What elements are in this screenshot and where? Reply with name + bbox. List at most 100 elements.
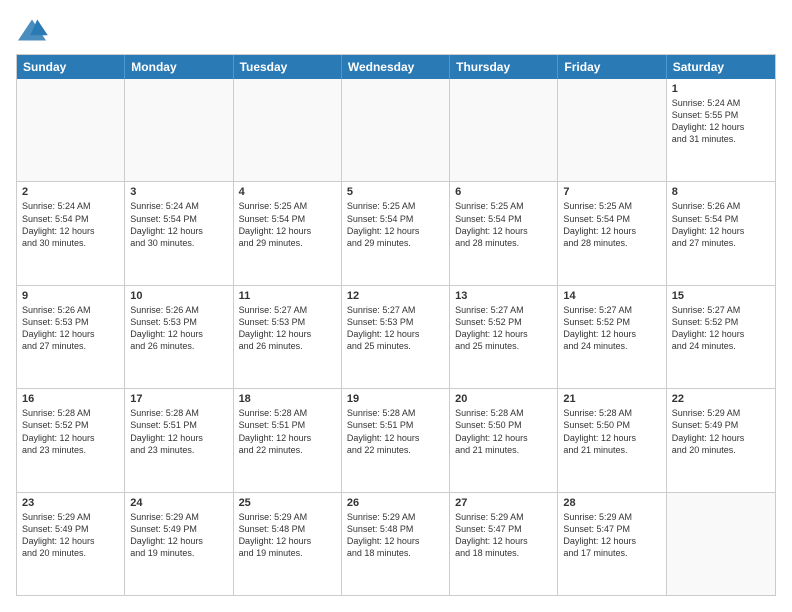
header-cell-thursday: Thursday bbox=[450, 55, 558, 79]
calendar-cell: 1 Sunrise: 5:24 AM Sunset: 5:55 PM Daylig… bbox=[667, 79, 775, 181]
header-cell-saturday: Saturday bbox=[667, 55, 775, 79]
calendar-cell: 26 Sunrise: 5:29 AM Sunset: 5:48 PM Dayli… bbox=[342, 493, 450, 595]
page: SundayMondayTuesdayWednesdayThursdayFrid… bbox=[0, 0, 792, 612]
day-number: 20 bbox=[455, 393, 552, 405]
day-number: 10 bbox=[130, 290, 227, 302]
calendar-cell: 11 Sunrise: 5:27 AM Sunset: 5:53 PM Dayli… bbox=[234, 286, 342, 388]
day-info: Sunrise: 5:29 AM Sunset: 5:47 PM Dayligh… bbox=[563, 511, 660, 560]
day-number: 4 bbox=[239, 186, 336, 198]
calendar-cell bbox=[450, 79, 558, 181]
calendar-cell: 18 Sunrise: 5:28 AM Sunset: 5:51 PM Dayli… bbox=[234, 389, 342, 491]
calendar-header: SundayMondayTuesdayWednesdayThursdayFrid… bbox=[17, 55, 775, 79]
calendar-cell: 2Sunrise: 5:24 AM Sunset: 5:54 PM Daylig… bbox=[17, 182, 125, 284]
day-info: Sunrise: 5:29 AM Sunset: 5:48 PM Dayligh… bbox=[239, 511, 336, 560]
day-number: 28 bbox=[563, 497, 660, 509]
logo-icon bbox=[16, 16, 48, 44]
day-info: Sunrise: 5:24 AM Sunset: 5:54 PM Dayligh… bbox=[130, 200, 227, 249]
calendar: SundayMondayTuesdayWednesdayThursdayFrid… bbox=[16, 54, 776, 596]
day-info: Sunrise: 5:27 AM Sunset: 5:53 PM Dayligh… bbox=[239, 304, 336, 353]
calendar-cell: 20 Sunrise: 5:28 AM Sunset: 5:50 PM Dayli… bbox=[450, 389, 558, 491]
calendar-cell: 6 Sunrise: 5:25 AM Sunset: 5:54 PM Daylig… bbox=[450, 182, 558, 284]
calendar-cell: 12 Sunrise: 5:27 AM Sunset: 5:53 PM Dayli… bbox=[342, 286, 450, 388]
day-number: 19 bbox=[347, 393, 444, 405]
day-info: Sunrise: 5:28 AM Sunset: 5:52 PM Dayligh… bbox=[22, 407, 119, 456]
calendar-row-3: 16 Sunrise: 5:28 AM Sunset: 5:52 PM Dayli… bbox=[17, 389, 775, 492]
day-number: 16 bbox=[22, 393, 119, 405]
day-info: Sunrise: 5:29 AM Sunset: 5:49 PM Dayligh… bbox=[22, 511, 119, 560]
day-number: 6 bbox=[455, 186, 552, 198]
day-number: 9 bbox=[22, 290, 119, 302]
calendar-cell: 24 Sunrise: 5:29 AM Sunset: 5:49 PM Dayli… bbox=[125, 493, 233, 595]
calendar-cell: 8Sunrise: 5:26 AM Sunset: 5:54 PM Daylig… bbox=[667, 182, 775, 284]
calendar-cell: 5Sunrise: 5:25 AM Sunset: 5:54 PM Daylig… bbox=[342, 182, 450, 284]
day-info: Sunrise: 5:29 AM Sunset: 5:48 PM Dayligh… bbox=[347, 511, 444, 560]
calendar-row-1: 2Sunrise: 5:24 AM Sunset: 5:54 PM Daylig… bbox=[17, 182, 775, 285]
calendar-cell bbox=[342, 79, 450, 181]
day-number: 8 bbox=[672, 186, 770, 198]
calendar-row-4: 23 Sunrise: 5:29 AM Sunset: 5:49 PM Dayli… bbox=[17, 493, 775, 595]
calendar-cell bbox=[667, 493, 775, 595]
calendar-body: 1 Sunrise: 5:24 AM Sunset: 5:55 PM Daylig… bbox=[17, 79, 775, 595]
calendar-cell: 25 Sunrise: 5:29 AM Sunset: 5:48 PM Dayli… bbox=[234, 493, 342, 595]
day-number: 23 bbox=[22, 497, 119, 509]
calendar-cell bbox=[558, 79, 666, 181]
calendar-row-2: 9 Sunrise: 5:26 AM Sunset: 5:53 PM Daylig… bbox=[17, 286, 775, 389]
day-number: 7 bbox=[563, 186, 660, 198]
calendar-row-0: 1 Sunrise: 5:24 AM Sunset: 5:55 PM Daylig… bbox=[17, 79, 775, 182]
header bbox=[16, 16, 776, 44]
day-number: 3 bbox=[130, 186, 227, 198]
header-cell-sunday: Sunday bbox=[17, 55, 125, 79]
day-info: Sunrise: 5:28 AM Sunset: 5:51 PM Dayligh… bbox=[347, 407, 444, 456]
day-number: 25 bbox=[239, 497, 336, 509]
day-info: Sunrise: 5:29 AM Sunset: 5:47 PM Dayligh… bbox=[455, 511, 552, 560]
day-number: 14 bbox=[563, 290, 660, 302]
calendar-cell: 4 Sunrise: 5:25 AM Sunset: 5:54 PM Daylig… bbox=[234, 182, 342, 284]
day-number: 18 bbox=[239, 393, 336, 405]
day-number: 24 bbox=[130, 497, 227, 509]
calendar-cell: 15 Sunrise: 5:27 AM Sunset: 5:52 PM Dayli… bbox=[667, 286, 775, 388]
header-cell-wednesday: Wednesday bbox=[342, 55, 450, 79]
day-number: 27 bbox=[455, 497, 552, 509]
day-number: 22 bbox=[672, 393, 770, 405]
calendar-cell: 13Sunrise: 5:27 AM Sunset: 5:52 PM Dayli… bbox=[450, 286, 558, 388]
day-info: Sunrise: 5:28 AM Sunset: 5:51 PM Dayligh… bbox=[239, 407, 336, 456]
day-number: 17 bbox=[130, 393, 227, 405]
day-info: Sunrise: 5:29 AM Sunset: 5:49 PM Dayligh… bbox=[672, 407, 770, 456]
calendar-cell: 10Sunrise: 5:26 AM Sunset: 5:53 PM Dayli… bbox=[125, 286, 233, 388]
day-info: Sunrise: 5:24 AM Sunset: 5:55 PM Dayligh… bbox=[672, 97, 770, 146]
day-info: Sunrise: 5:28 AM Sunset: 5:50 PM Dayligh… bbox=[455, 407, 552, 456]
calendar-cell bbox=[17, 79, 125, 181]
day-number: 26 bbox=[347, 497, 444, 509]
header-cell-monday: Monday bbox=[125, 55, 233, 79]
day-number: 12 bbox=[347, 290, 444, 302]
day-info: Sunrise: 5:27 AM Sunset: 5:52 PM Dayligh… bbox=[455, 304, 552, 353]
calendar-cell: 16 Sunrise: 5:28 AM Sunset: 5:52 PM Dayli… bbox=[17, 389, 125, 491]
day-number: 15 bbox=[672, 290, 770, 302]
day-info: Sunrise: 5:27 AM Sunset: 5:53 PM Dayligh… bbox=[347, 304, 444, 353]
day-info: Sunrise: 5:27 AM Sunset: 5:52 PM Dayligh… bbox=[672, 304, 770, 353]
calendar-cell: 22 Sunrise: 5:29 AM Sunset: 5:49 PM Dayli… bbox=[667, 389, 775, 491]
calendar-cell: 9 Sunrise: 5:26 AM Sunset: 5:53 PM Daylig… bbox=[17, 286, 125, 388]
calendar-cell: 14 Sunrise: 5:27 AM Sunset: 5:52 PM Dayli… bbox=[558, 286, 666, 388]
calendar-cell: 17Sunrise: 5:28 AM Sunset: 5:51 PM Dayli… bbox=[125, 389, 233, 491]
day-info: Sunrise: 5:25 AM Sunset: 5:54 PM Dayligh… bbox=[455, 200, 552, 249]
calendar-cell: 28 Sunrise: 5:29 AM Sunset: 5:47 PM Dayli… bbox=[558, 493, 666, 595]
day-number: 1 bbox=[672, 83, 770, 95]
day-info: Sunrise: 5:26 AM Sunset: 5:53 PM Dayligh… bbox=[22, 304, 119, 353]
header-cell-tuesday: Tuesday bbox=[234, 55, 342, 79]
header-cell-friday: Friday bbox=[558, 55, 666, 79]
calendar-cell: 3 Sunrise: 5:24 AM Sunset: 5:54 PM Daylig… bbox=[125, 182, 233, 284]
day-info: Sunrise: 5:24 AM Sunset: 5:54 PM Dayligh… bbox=[22, 200, 119, 249]
calendar-cell: 7Sunrise: 5:25 AM Sunset: 5:54 PM Daylig… bbox=[558, 182, 666, 284]
day-info: Sunrise: 5:25 AM Sunset: 5:54 PM Dayligh… bbox=[239, 200, 336, 249]
day-number: 11 bbox=[239, 290, 336, 302]
logo bbox=[16, 16, 52, 44]
calendar-cell bbox=[234, 79, 342, 181]
day-number: 21 bbox=[563, 393, 660, 405]
calendar-cell: 19 Sunrise: 5:28 AM Sunset: 5:51 PM Dayli… bbox=[342, 389, 450, 491]
day-info: Sunrise: 5:27 AM Sunset: 5:52 PM Dayligh… bbox=[563, 304, 660, 353]
day-number: 5 bbox=[347, 186, 444, 198]
day-info: Sunrise: 5:28 AM Sunset: 5:50 PM Dayligh… bbox=[563, 407, 660, 456]
day-info: Sunrise: 5:29 AM Sunset: 5:49 PM Dayligh… bbox=[130, 511, 227, 560]
calendar-cell: 23 Sunrise: 5:29 AM Sunset: 5:49 PM Dayli… bbox=[17, 493, 125, 595]
